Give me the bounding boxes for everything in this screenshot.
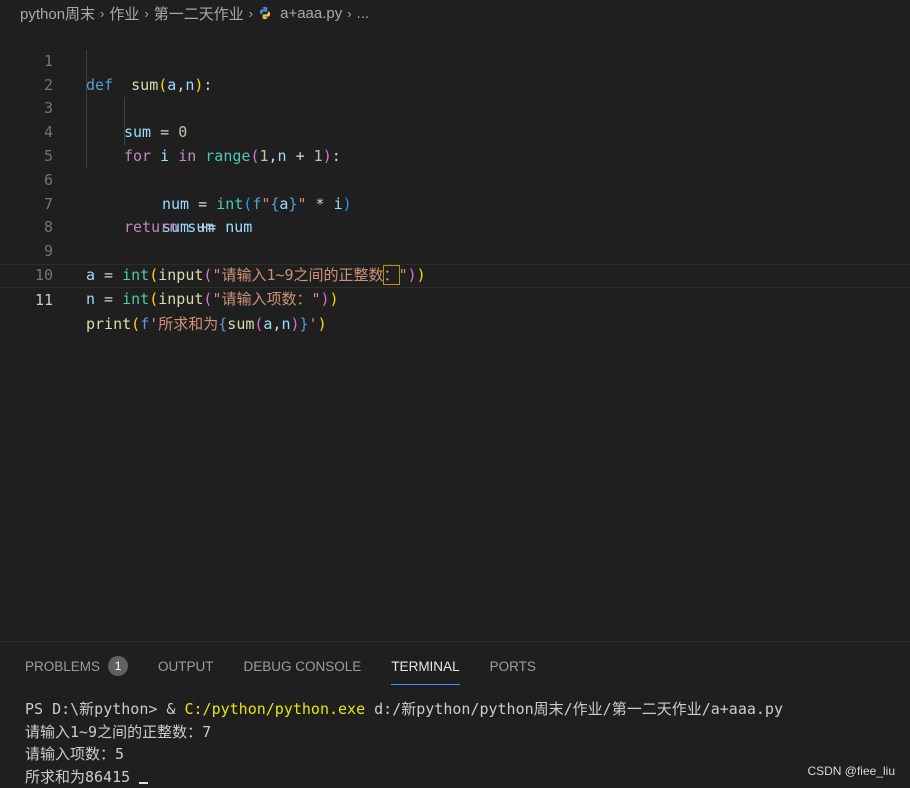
- indent-guide: [86, 145, 87, 169]
- chevron-right-icon: ›: [144, 6, 148, 21]
- code-line[interactable]: 2 sum = 0: [0, 50, 910, 74]
- tab-terminal[interactable]: TERMINAL: [391, 659, 459, 674]
- tab-label: TERMINAL: [391, 659, 459, 674]
- indent-guide: [124, 97, 125, 121]
- tab-debug-console[interactable]: DEBUG CONSOLE: [244, 659, 362, 674]
- tab-label: PROBLEMS: [25, 659, 100, 674]
- indent-guide: [86, 97, 87, 121]
- line-code: print(f'所求和为{sum(a,n)}'): [86, 313, 327, 337]
- tab-problems[interactable]: PROBLEMS 1: [25, 656, 128, 676]
- terminal-cursor: [139, 782, 148, 784]
- tab-label: DEBUG CONSOLE: [244, 659, 362, 674]
- indent-guide: [86, 74, 87, 98]
- code-line[interactable]: 9 a = int(input("请输入1~9之间的正整数：")): [0, 216, 910, 240]
- code-line[interactable]: 1 def sum(a,n):: [0, 26, 910, 50]
- breadcrumb-folder-python-weekend[interactable]: python周末: [20, 3, 95, 24]
- tab-ports[interactable]: PORTS: [490, 659, 536, 674]
- terminal-line: 请输入1~9之间的正整数：7: [25, 721, 783, 744]
- terminal-line: 所求和为86415: [25, 766, 783, 788]
- breadcrumb: python周末 › 作业 › 第一二天作业 › a+aaa.py › ...: [0, 0, 910, 26]
- bottom-panel: PROBLEMS 1 OUTPUT DEBUG CONSOLE TERMINAL…: [0, 641, 910, 788]
- terminal-line: 请输入项数：5: [25, 743, 783, 766]
- breadcrumb-file-label: a+aaa.py: [280, 5, 342, 22]
- code-line[interactable]: 8: [0, 193, 910, 217]
- indent-guide: [124, 121, 125, 145]
- code-editor[interactable]: 1 def sum(a,n): 2 sum = 0 3 for i in ran…: [0, 26, 910, 641]
- breadcrumb-folder-day1-2[interactable]: 第一二天作业: [154, 3, 244, 24]
- problems-count-badge: 1: [108, 656, 128, 676]
- line-number: 11: [0, 289, 53, 313]
- indent-guide: [86, 121, 87, 145]
- breadcrumb-ellipsis[interactable]: ...: [357, 5, 370, 22]
- panel-tabs: PROBLEMS 1 OUTPUT DEBUG CONSOLE TERMINAL…: [25, 654, 566, 678]
- breadcrumb-file[interactable]: a+aaa.py: [258, 5, 342, 22]
- chevron-right-icon: ›: [347, 6, 351, 21]
- code-line[interactable]: 4 num = int(f"{a}" * i): [0, 97, 910, 121]
- chevron-right-icon: ›: [249, 6, 253, 21]
- code-line[interactable]: 7: [0, 169, 910, 193]
- code-line[interactable]: 5 sum += num: [0, 121, 910, 145]
- tab-label: OUTPUT: [158, 659, 214, 674]
- tab-label: PORTS: [490, 659, 536, 674]
- code-line-current[interactable]: 11 print(f'所求和为{sum(a,n)}'): [0, 264, 910, 288]
- watermark: CSDN @fiee_liu: [807, 764, 895, 778]
- line-code: n = int(input("请输入项数：")): [86, 288, 339, 312]
- terminal-command-line: PS D:\新python> & C:/python/python.exe d:…: [25, 698, 783, 721]
- indent-guide: [86, 50, 87, 74]
- code-line[interactable]: 3 for i in range(1,n + 1):: [0, 74, 910, 98]
- tab-output[interactable]: OUTPUT: [158, 659, 214, 674]
- chevron-right-icon: ›: [100, 6, 104, 21]
- code-line[interactable]: 6 return sum: [0, 145, 910, 169]
- python-file-icon: [258, 6, 272, 20]
- code-line[interactable]: 10 n = int(input("请输入项数：")): [0, 240, 910, 264]
- breadcrumb-folder-homework[interactable]: 作业: [109, 3, 139, 24]
- terminal-output[interactable]: PS D:\新python> & C:/python/python.exe d:…: [25, 698, 783, 788]
